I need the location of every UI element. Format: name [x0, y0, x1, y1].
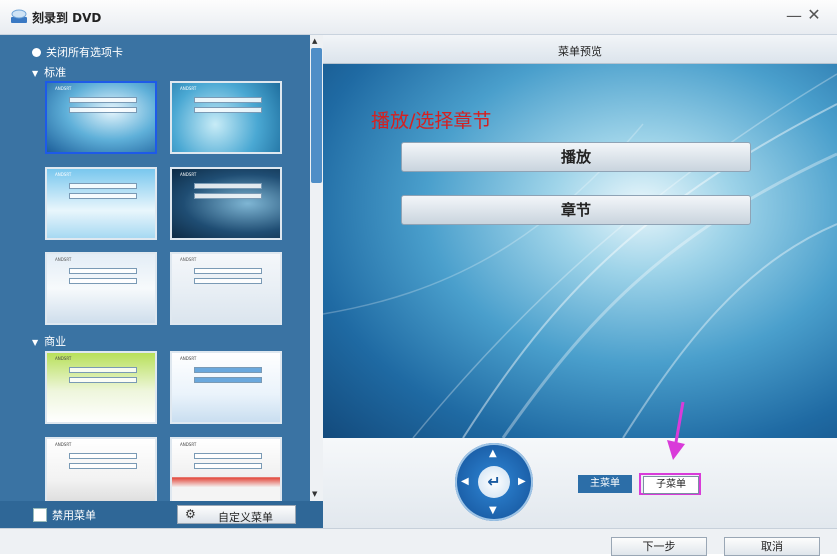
template-thumbnail[interactable]: ANDSRT: [45, 437, 157, 501]
template-thumbnail[interactable]: ANDSRT: [170, 252, 282, 325]
section-label: 标准: [44, 66, 67, 79]
dvd-burn-icon: [11, 9, 27, 23]
expand-triangle-icon: ▼: [32, 69, 39, 78]
thumbnail-bar: [194, 193, 262, 199]
thumbnail-bar: [69, 463, 137, 469]
thumbnail-bar: [194, 453, 262, 459]
nav-right-icon[interactable]: ▶: [518, 476, 526, 487]
enter-icon[interactable]: ↵: [478, 466, 510, 498]
thumbnail-bar: [194, 268, 262, 274]
sidebar-footer: 禁用菜单 ⚙ 自定义菜单: [0, 501, 323, 528]
chapter-button[interactable]: 章节: [401, 195, 751, 225]
template-thumbnail[interactable]: ANDSRT: [45, 81, 157, 154]
thumbnail-caption: ANDSRT: [180, 442, 197, 447]
scroll-up-icon[interactable]: ▲: [312, 37, 317, 45]
play-button[interactable]: 播放: [401, 142, 751, 172]
template-sidebar: 关闭所有选项卡 ▼ 标准 ANDSRT ANDSRT ANDSRT ANDSRT …: [0, 35, 323, 528]
custom-menu-button[interactable]: ⚙ 自定义菜单: [177, 505, 296, 524]
template-thumbnail[interactable]: ANDSRT: [170, 437, 282, 501]
template-thumbnail[interactable]: ANDSRT: [170, 167, 282, 240]
thumbnail-bar: [69, 97, 137, 103]
thumbnail-bar: [69, 268, 137, 274]
thumbnail-bar: [194, 97, 262, 103]
cancel-button[interactable]: 取消: [724, 537, 820, 556]
template-thumbnail[interactable]: ANDSRT: [170, 81, 282, 154]
preview-stage: 播放/选择章节 播放 章节: [323, 64, 837, 438]
preview-header-label: 菜单预览: [558, 45, 602, 58]
thumbnail-bar: [69, 278, 137, 284]
preview-header: 菜单预览: [323, 35, 837, 64]
scroll-down-icon[interactable]: ▼: [312, 490, 317, 498]
nav-left-icon[interactable]: ◀: [461, 476, 469, 487]
thumbnail-bar: [69, 183, 137, 189]
close-button[interactable]: ✕: [806, 5, 822, 24]
pointer-arrow-icon: [667, 401, 685, 460]
thumbnail-caption: ANDSRT: [180, 356, 197, 361]
thumbnail-bar: [194, 183, 262, 189]
template-thumbnail[interactable]: ANDSRT: [45, 351, 157, 424]
thumbnail-caption: ANDSRT: [180, 172, 197, 177]
section-standard[interactable]: ▼ 标准: [32, 64, 66, 80]
title-bar: 刻录到 DVD — ✕: [0, 0, 837, 35]
close-all-tabs[interactable]: 关闭所有选项卡: [32, 44, 123, 60]
section-label: 商业: [44, 335, 67, 348]
close-all-label: 关闭所有选项卡: [46, 46, 123, 59]
close-all-icon: [32, 48, 41, 57]
nav-down-icon[interactable]: ▼: [489, 505, 497, 516]
thumbnail-bar: [194, 367, 262, 373]
thumbnail-caption: ANDSRT: [55, 172, 72, 177]
nav-up-icon[interactable]: ▲: [489, 448, 497, 459]
template-thumbnail[interactable]: ANDSRT: [45, 167, 157, 240]
template-thumbnail[interactable]: ANDSRT: [170, 351, 282, 424]
thumbnail-bar: [69, 107, 137, 113]
disable-menu-label: 禁用菜单: [52, 509, 96, 522]
thumbnail-caption: ANDSRT: [180, 86, 197, 91]
thumbnail-caption: ANDSRT: [55, 356, 72, 361]
thumbnail-caption: ANDSRT: [55, 257, 72, 262]
tab-submenu-highlight: 子菜单: [639, 473, 701, 495]
thumbnail-bar: [194, 463, 262, 469]
thumbnail-bar: [69, 453, 137, 459]
thumbnail-bar: [69, 367, 137, 373]
template-list: 关闭所有选项卡 ▼ 标准 ANDSRT ANDSRT ANDSRT ANDSRT …: [0, 35, 310, 501]
thumbnail-bar: [194, 377, 262, 383]
menu-preview-panel: 菜单预览 播放/选择章节 播放 章节 ▲ ▼ ◀ ▶ ↵ 主菜单 子菜单: [323, 35, 837, 528]
thumbnail-bar: [69, 377, 137, 383]
tab-submenu[interactable]: 子菜单: [643, 476, 699, 494]
custom-menu-label: 自定义菜单: [218, 511, 273, 524]
tab-main-menu[interactable]: 主菜单: [578, 475, 632, 493]
preview-controls: ▲ ▼ ◀ ▶ ↵ 主菜单 子菜单: [323, 438, 837, 528]
thumbnail-bar: [194, 107, 262, 113]
section-business[interactable]: ▼ 商业: [32, 333, 66, 349]
template-thumbnail[interactable]: ANDSRT: [45, 252, 157, 325]
scrollbar-thumb[interactable]: [311, 48, 322, 183]
expand-triangle-icon: ▼: [32, 338, 39, 347]
thumbnail-caption: ANDSRT: [55, 86, 72, 91]
disable-menu-checkbox[interactable]: [33, 508, 47, 522]
footer-bar: 下一步 取消: [0, 528, 837, 556]
minimize-button[interactable]: —: [786, 6, 802, 25]
thumbnail-caption: ANDSRT: [55, 442, 72, 447]
thumbnail-caption: ANDSRT: [180, 257, 197, 262]
thumbnail-bar: [194, 278, 262, 284]
thumbnail-bar: [69, 193, 137, 199]
next-button[interactable]: 下一步: [611, 537, 707, 556]
preview-heading: 播放/选择章节: [371, 110, 492, 132]
window-title: 刻录到 DVD: [32, 11, 102, 25]
gear-icon: ⚙: [185, 507, 196, 521]
sidebar-scrollbar[interactable]: ▲ ▼: [310, 35, 323, 501]
navigation-pad[interactable]: ▲ ▼ ◀ ▶ ↵: [455, 443, 533, 521]
